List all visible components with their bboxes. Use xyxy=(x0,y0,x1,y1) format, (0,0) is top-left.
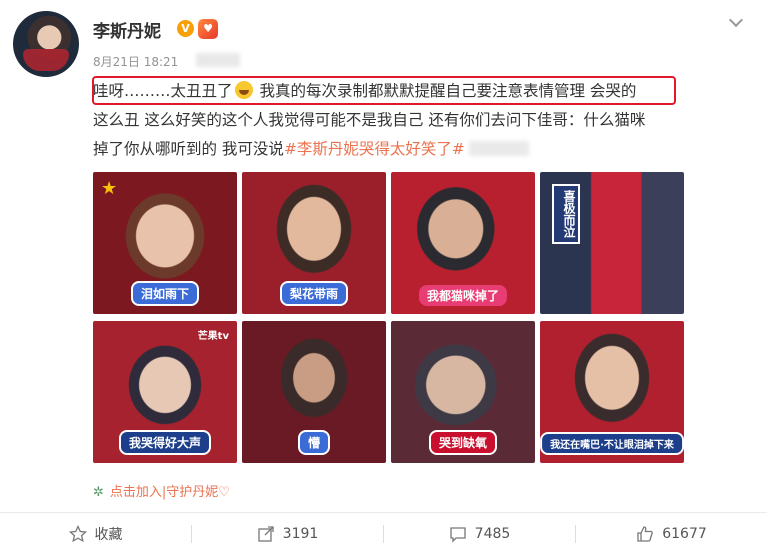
image-grid: ★ 泪如雨下 梨花带雨 我都猫咪掉了 喜极而泣 芒果tv 我哭得好大声 懵 哭到… xyxy=(93,172,684,463)
image-tile-2[interactable]: 梨花带雨 xyxy=(242,172,386,314)
post-timestamp[interactable]: 8月21日 18:21 xyxy=(93,53,178,70)
post-text-line-3: 掉了你从哪听到的 我可没说#李斯丹妮哭得太好笑了# xyxy=(93,135,743,164)
image-caption: 我都猫咪掉了 xyxy=(418,285,508,306)
image-tile-8[interactable]: 我还在嘴巴·不让眼泪掉下来 xyxy=(540,321,684,463)
action-bar: 收藏 3191 7485 61677 xyxy=(0,513,767,554)
image-caption: 懵 xyxy=(297,430,331,455)
image-caption: 喜极而泣 xyxy=(552,184,580,244)
blurred-text xyxy=(468,141,529,156)
thumbs-up-icon xyxy=(636,525,654,543)
share-icon xyxy=(257,525,275,543)
image-caption: 我哭得好大声 xyxy=(118,430,212,455)
gear-icon: ✲ xyxy=(93,485,104,500)
comment-icon xyxy=(449,525,467,543)
image-tile-5[interactable]: 芒果tv 我哭得好大声 xyxy=(93,321,237,463)
image-caption: 我还在嘴巴·不让眼泪掉下来 xyxy=(540,432,684,455)
image-tile-4[interactable]: 喜极而泣 xyxy=(540,172,684,314)
fan-medal-icon: ♥ xyxy=(198,19,218,39)
image-tile-3[interactable]: 我都猫咪掉了 xyxy=(391,172,535,314)
highlight-box xyxy=(92,76,676,105)
image-tile-1[interactable]: ★ 泪如雨下 xyxy=(93,172,237,314)
avatar[interactable] xyxy=(13,11,79,77)
supertopic-link[interactable]: ✲ 点击加入|守护丹妮♡ xyxy=(93,481,230,500)
weibo-post-card: 李斯丹妮 V ♥ 8月21日 18:21 哇呀………太丑丑了 我真的每次录制都默… xyxy=(0,0,767,554)
chevron-down-icon[interactable] xyxy=(728,14,744,30)
comment-button[interactable]: 7485 xyxy=(384,513,575,554)
author-name[interactable]: 李斯丹妮 xyxy=(93,17,161,42)
post-text-line-2: 这么丑 这么好笑的这个人我觉得可能不是我自己 还有你们去问下佳哥：什么猫咪 xyxy=(93,111,646,129)
repost-button[interactable]: 3191 xyxy=(192,513,383,554)
image-tile-6[interactable]: 懵 xyxy=(242,321,386,463)
topic-link[interactable]: #李斯丹妮哭得太好笑了# xyxy=(284,140,465,158)
mango-tv-logo: 芒果tv xyxy=(197,331,229,342)
image-caption: 泪如雨下 xyxy=(130,281,200,306)
source-blurred xyxy=(196,53,240,67)
verified-badge-icon: V xyxy=(177,20,194,37)
favorite-button[interactable]: 收藏 xyxy=(0,513,191,554)
star-icon: ★ xyxy=(101,178,118,199)
image-caption: 梨花带雨 xyxy=(279,281,349,306)
like-button[interactable]: 61677 xyxy=(576,513,767,554)
image-caption: 哭到缺氧 xyxy=(428,430,498,455)
image-tile-7[interactable]: 哭到缺氧 xyxy=(391,321,535,463)
star-outline-icon xyxy=(68,524,87,543)
